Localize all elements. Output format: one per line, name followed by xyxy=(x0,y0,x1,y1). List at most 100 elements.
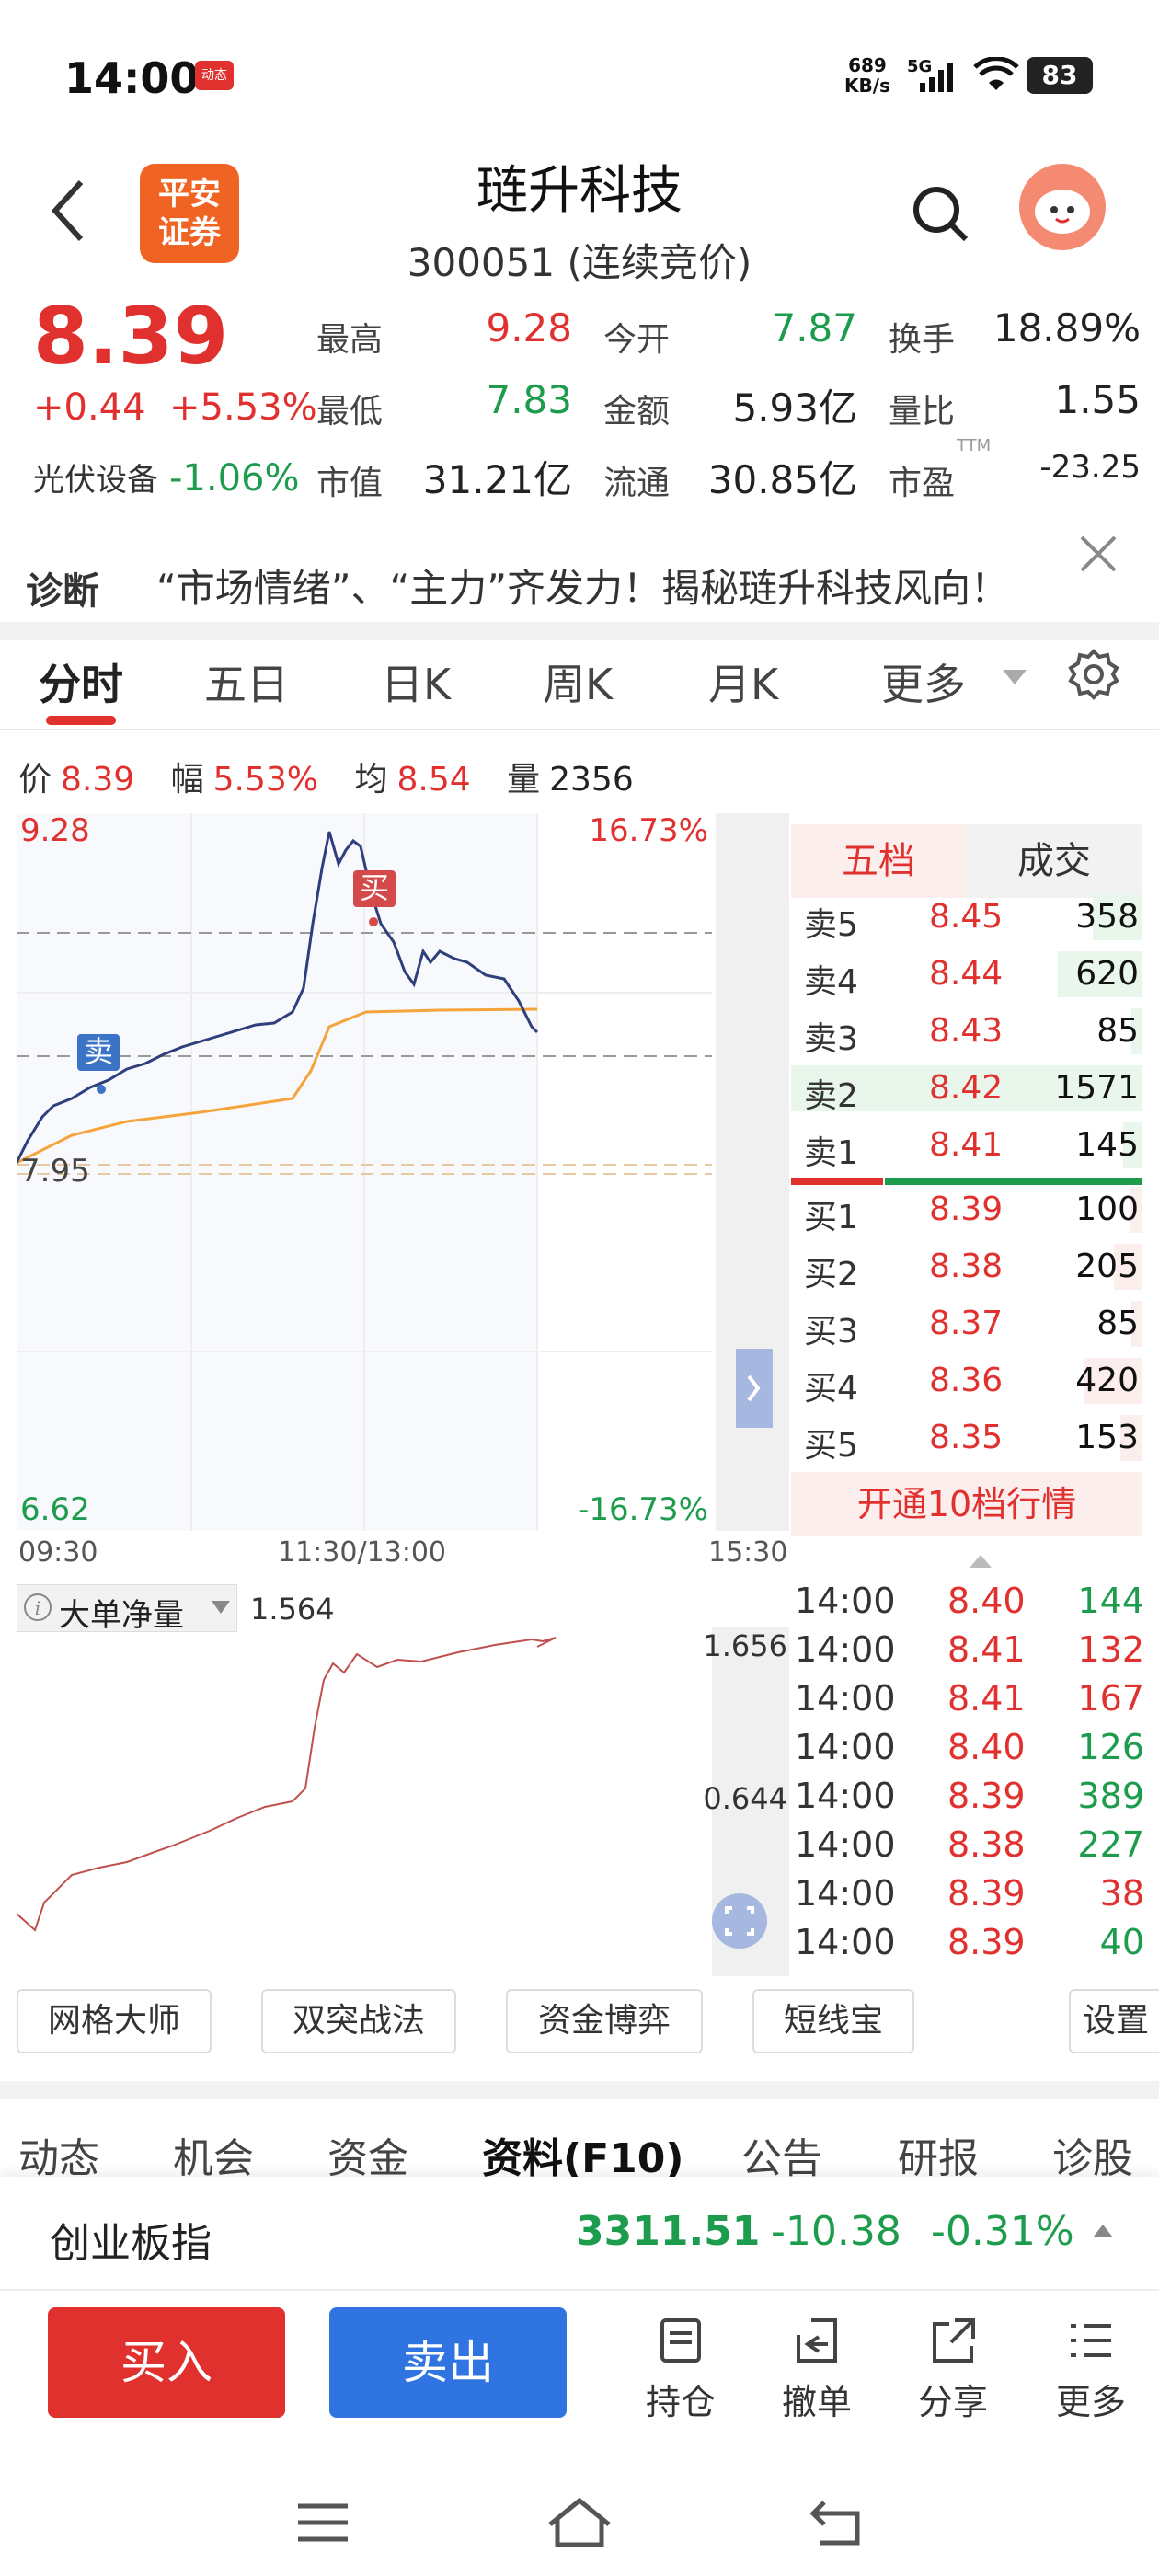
index-value: 3311.51 xyxy=(576,2208,761,2255)
menu-icon[interactable] xyxy=(296,2502,350,2547)
bid-price: 8.36 xyxy=(929,1362,1004,1399)
ask-label: 卖1 xyxy=(804,1134,858,1172)
svg-text:16.73%: 16.73% xyxy=(589,813,708,849)
ask-label: 卖3 xyxy=(804,1020,858,1058)
divider xyxy=(0,2081,1159,2099)
quote-value: 7.83 xyxy=(486,377,572,422)
bid-label: 买1 xyxy=(804,1199,858,1236)
home-icon[interactable] xyxy=(546,2497,613,2552)
quote-label: 金额 xyxy=(603,393,671,431)
bid-label: 买3 xyxy=(804,1313,858,1351)
tick-time: 14:00 xyxy=(795,1629,896,1670)
short-line-button[interactable]: 短线宝 xyxy=(752,1989,914,2053)
menu-icon xyxy=(1071,2324,1111,2357)
tab-intraday[interactable]: 分时 xyxy=(39,651,123,712)
tab-research[interactable]: 研报 xyxy=(898,2125,979,2184)
share-icon xyxy=(933,2318,975,2363)
tick-vol: 38 xyxy=(1099,1873,1144,1914)
tick-row: 14:00 8.41 167 xyxy=(795,1678,1144,1727)
tick-price: 8.39 xyxy=(947,1922,1026,1962)
more-button[interactable]: 更多 xyxy=(1045,2315,1137,2424)
tick-row: 14:00 8.39 40 xyxy=(795,1922,1144,1971)
fund-game-button[interactable]: 资金博弈 xyxy=(506,1989,703,2053)
tick-row: 14:00 8.38 227 xyxy=(795,1824,1144,1873)
double-break-button[interactable]: 双突战法 xyxy=(261,1989,456,2053)
fullscreen-icon xyxy=(712,1893,767,1949)
tick-time: 14:00 xyxy=(795,1776,896,1816)
ask-row[interactable]: 卖5 8.45 358 xyxy=(791,889,1142,946)
indicator-value: 1.564 xyxy=(250,1592,335,1627)
cancel-order-button[interactable]: 撤单 xyxy=(771,2315,863,2424)
tick-vol: 40 xyxy=(1099,1922,1144,1962)
holdings-button[interactable]: 持仓 xyxy=(635,2315,727,2424)
ask-row[interactable]: 卖1 8.41 145 xyxy=(791,1117,1142,1174)
bid-row[interactable]: 买4 8.36 420 xyxy=(791,1352,1142,1409)
triangle-up-icon[interactable] xyxy=(1091,2223,1115,2243)
tab-five-day[interactable]: 五日 xyxy=(204,651,289,712)
buy-button[interactable]: 买入 xyxy=(48,2307,285,2418)
tab-more[interactable]: 更多 xyxy=(881,651,966,712)
settings-button[interactable]: 设置 xyxy=(1069,1989,1159,2053)
ask-vol: 145 xyxy=(1075,1126,1139,1164)
tab-announcements[interactable]: 公告 xyxy=(741,2125,822,2184)
tab-f10[interactable]: 资料(F10) xyxy=(482,2125,684,2184)
ask-row[interactable]: 卖2 8.42 1571 xyxy=(791,1060,1142,1117)
diagnosis-text[interactable]: “市场情绪”、“主力”齐发力！揭秘琏升科技风向！ xyxy=(156,558,1009,614)
sector-info[interactable]: 光伏设备 -1.06% xyxy=(33,454,300,500)
quote-label: 今开 xyxy=(603,321,671,359)
price-change: +0.44 +5.53% xyxy=(33,386,317,429)
tab-opportunity[interactable]: 机会 xyxy=(173,2125,254,2184)
status-badge: 动态 xyxy=(195,61,234,90)
ask-row[interactable]: 卖4 8.44 620 xyxy=(791,946,1142,1003)
bid-price: 8.38 xyxy=(929,1248,1004,1285)
bid-row[interactable]: 买3 8.37 85 xyxy=(791,1295,1142,1352)
back-nav-icon[interactable] xyxy=(809,2499,865,2550)
quote-label: 换手 xyxy=(889,321,956,359)
tab-order-book[interactable]: 五档 xyxy=(791,824,966,898)
info-icon[interactable]: i xyxy=(22,1592,53,1627)
svg-text:0.644: 0.644 xyxy=(703,1781,787,1816)
ask-vol: 85 xyxy=(1096,1012,1139,1050)
tick-row: 14:00 8.40 144 xyxy=(795,1581,1144,1629)
dropdown-icon[interactable] xyxy=(210,1599,232,1619)
bid-row[interactable]: 买5 8.35 153 xyxy=(791,1409,1142,1466)
svg-text:i: i xyxy=(35,1597,40,1619)
ask-label: 卖4 xyxy=(804,963,858,1001)
bid-row[interactable]: 买1 8.39 100 xyxy=(791,1181,1142,1238)
tick-time: 14:00 xyxy=(795,1922,896,1962)
svg-text:1.656: 1.656 xyxy=(703,1628,787,1663)
ask-row[interactable]: 卖3 8.43 85 xyxy=(791,1003,1142,1060)
tab-weekly-k[interactable]: 周K xyxy=(543,651,613,712)
share-button[interactable]: 分享 xyxy=(907,2315,999,2424)
ask-label: 卖2 xyxy=(804,1077,858,1115)
avatar[interactable] xyxy=(1019,164,1106,250)
ask-vol: 358 xyxy=(1075,898,1139,936)
tick-price: 8.40 xyxy=(947,1581,1026,1621)
ask-vol: 620 xyxy=(1075,955,1139,993)
tab-diagnose[interactable]: 诊股 xyxy=(1052,2125,1133,2184)
tick-vol: 144 xyxy=(1077,1581,1144,1621)
divider xyxy=(791,1178,883,1185)
close-icon[interactable] xyxy=(1078,534,1119,578)
tab-monthly-k[interactable]: 月K xyxy=(708,651,778,712)
tab-funds[interactable]: 资金 xyxy=(327,2125,408,2184)
ttm-label: TTM xyxy=(957,436,992,455)
flow-chart[interactable]: 1.656 0.644 xyxy=(17,1627,789,1976)
gear-icon[interactable] xyxy=(1067,648,1120,705)
tab-trades[interactable]: 成交 xyxy=(966,824,1142,898)
grid-master-button[interactable]: 网格大师 xyxy=(17,1989,212,2053)
triangle-up-icon[interactable] xyxy=(968,1553,993,1573)
bid-vol: 420 xyxy=(1075,1362,1139,1399)
tab-news[interactable]: 动态 xyxy=(18,2125,99,2184)
open-10-level-button[interactable]: 开通10档行情 xyxy=(791,1472,1142,1536)
dropdown-icon[interactable] xyxy=(1001,668,1028,690)
tick-row: 14:00 8.41 132 xyxy=(795,1629,1144,1678)
quote-value: 7.87 xyxy=(771,305,857,351)
search-icon[interactable] xyxy=(911,184,971,248)
tick-vol: 126 xyxy=(1077,1727,1144,1767)
tick-price: 8.41 xyxy=(947,1629,1026,1670)
tab-daily-k[interactable]: 日K xyxy=(381,651,451,712)
sell-button[interactable]: 卖出 xyxy=(329,2307,567,2418)
bid-row[interactable]: 买2 8.38 205 xyxy=(791,1238,1142,1295)
quote-value: 5.93亿 xyxy=(732,385,857,431)
